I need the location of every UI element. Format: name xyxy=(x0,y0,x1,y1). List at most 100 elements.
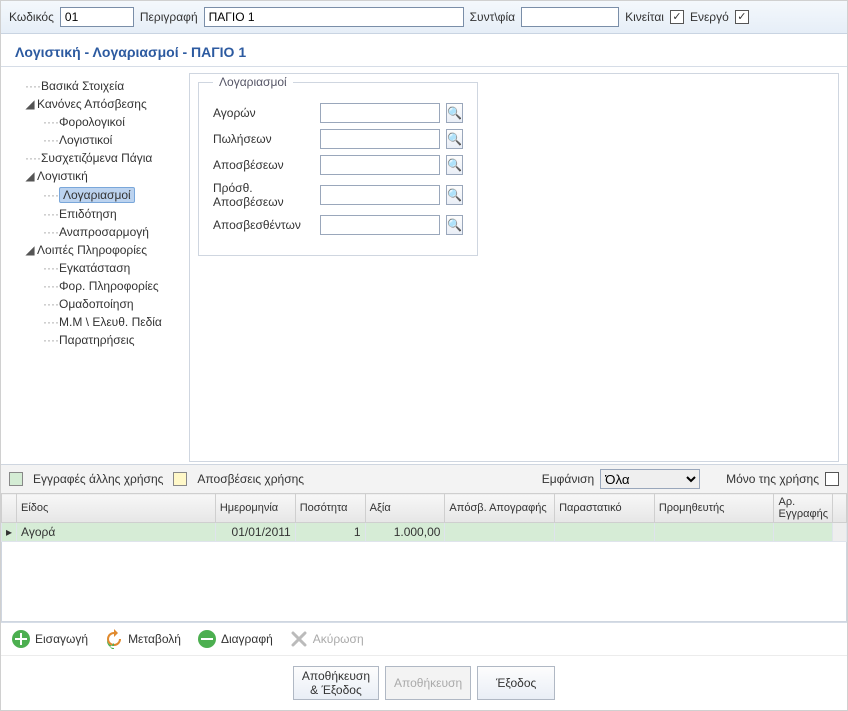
abbr-label: Συντ\φία xyxy=(470,10,515,24)
refresh-icon xyxy=(104,629,124,649)
col-date[interactable]: Ημερομηνία xyxy=(215,494,295,523)
sales-label: Πωλήσεων xyxy=(213,132,314,146)
entries-grid[interactable]: Είδος Ημερομηνία Ποσότητα Αξία Απόσβ. Απ… xyxy=(1,493,847,542)
col-type[interactable]: Είδος xyxy=(17,494,216,523)
save-exit-button[interactable]: Αποθήκευση & Έξοδος xyxy=(293,666,379,700)
plus-icon xyxy=(11,629,31,649)
delete-label: Διαγραφή xyxy=(221,632,273,646)
tree-deprules[interactable]: ◢Κανόνες Απόσβεσης xyxy=(11,95,179,113)
sales-input[interactable] xyxy=(320,129,440,149)
purchases-input[interactable] xyxy=(320,103,440,123)
legend-swatch-other-year xyxy=(9,472,23,486)
tree-taxinfo[interactable]: ····Φορ. Πληροφορίες xyxy=(11,277,179,295)
purchases-label: Αγορών xyxy=(213,106,314,120)
moves-label: Κινείται xyxy=(625,10,664,24)
active-label: Ενεργό xyxy=(690,10,729,24)
accum-depr-label: Αποσβεσθέντων xyxy=(213,218,314,232)
legend-year-depr: Αποσβέσεις χρήσης xyxy=(197,472,304,486)
grid-scrollbar[interactable] xyxy=(832,523,846,542)
purchases-lookup[interactable]: 🔍 xyxy=(446,103,463,123)
row-indicator-header xyxy=(2,494,17,523)
tree-accounting[interactable]: ◢Λογιστική xyxy=(11,167,179,185)
search-icon: 🔍 xyxy=(447,158,462,172)
accounts-fieldset: Λογαριασμοί Αγορών 🔍 Πωλήσεων 🔍 Αποσβέσε… xyxy=(198,82,478,256)
tree-otherinfo[interactable]: ◢Λοιπές Πληροφορίες xyxy=(11,241,179,259)
exit-button[interactable]: Έξοδος xyxy=(477,666,555,700)
extra-depr-lookup[interactable]: 🔍 xyxy=(446,185,463,205)
col-qty[interactable]: Ποσότητα xyxy=(295,494,365,523)
cell-entry-no[interactable] xyxy=(774,523,833,542)
accum-depr-lookup[interactable]: 🔍 xyxy=(446,215,463,235)
col-inv-depr[interactable]: Απόσβ. Απογραφής xyxy=(445,494,555,523)
accum-depr-input[interactable] xyxy=(320,215,440,235)
cell-doc[interactable] xyxy=(555,523,655,542)
cancel-icon xyxy=(289,629,309,649)
cell-value[interactable]: 1.000,00 xyxy=(365,523,445,542)
search-icon: 🔍 xyxy=(447,132,462,146)
tree-deprules-tax[interactable]: ····Φορολογικοί xyxy=(11,113,179,131)
active-checkbox[interactable]: ✓ xyxy=(735,10,749,24)
tree-deprules-acc[interactable]: ····Λογιστικοί xyxy=(11,131,179,149)
col-supplier[interactable]: Προμηθευτής xyxy=(654,494,774,523)
desc-label: Περιγραφή xyxy=(140,10,198,24)
detail-panel: Λογαριασμοί Αγορών 🔍 Πωλήσεων 🔍 Αποσβέσε… xyxy=(189,73,839,462)
footer-bar: Αποθήκευση & Έξοδος Αποθήκευση Έξοδος xyxy=(1,655,847,710)
breadcrumb: Λογιστική - Λογαριασμοί - ΠΑΓΙΟ 1 xyxy=(1,34,847,67)
grid-row[interactable]: ▸ Αγορά 01/01/2011 1 1.000,00 xyxy=(2,523,847,542)
tree-freefields[interactable]: ····Μ.Μ \ Ελευθ. Πεδία xyxy=(11,313,179,331)
tree-subsidy[interactable]: ····Επιδότηση xyxy=(11,205,179,223)
nav-tree: ····Βασικά Στοιχεία ◢Κανόνες Απόσβεσης ·… xyxy=(9,73,181,462)
col-doc[interactable]: Παραστατικό xyxy=(555,494,655,523)
depr-input[interactable] xyxy=(320,155,440,175)
grid-legend-bar: Εγγραφές άλλης χρήσης Αποσβέσεις χρήσης … xyxy=(1,465,847,493)
desc-input[interactable] xyxy=(204,7,464,27)
depr-label: Αποσβέσεων xyxy=(213,158,314,172)
only-year-checkbox[interactable] xyxy=(825,472,839,486)
extra-depr-label: Πρόσθ. Αποσβέσεων xyxy=(213,181,314,209)
tree-readjust[interactable]: ····Αναπροσαρμογή xyxy=(11,223,179,241)
insert-label: Εισαγωγή xyxy=(35,632,88,646)
edit-label: Μεταβολή xyxy=(128,632,181,646)
minus-icon xyxy=(197,629,217,649)
moves-checkbox[interactable]: ✓ xyxy=(670,10,684,24)
grid-empty-area xyxy=(1,542,847,622)
code-label: Κωδικός xyxy=(9,10,54,24)
sales-lookup[interactable]: 🔍 xyxy=(446,129,463,149)
search-icon: 🔍 xyxy=(447,218,462,232)
tree-install[interactable]: ····Εγκατάσταση xyxy=(11,259,179,277)
abbr-input[interactable] xyxy=(521,7,619,27)
delete-button[interactable]: Διαγραφή xyxy=(197,629,273,649)
tree-related[interactable]: ····Συσχετιζόμενα Πάγια xyxy=(11,149,179,167)
cell-supplier[interactable] xyxy=(654,523,774,542)
extra-depr-input[interactable] xyxy=(320,185,440,205)
tree-accounts[interactable]: ····Λογαριασμοί xyxy=(11,185,179,205)
save-button: Αποθήκευση xyxy=(385,666,471,700)
tree-basic[interactable]: ····Βασικά Στοιχεία xyxy=(11,77,179,95)
grid-scrollbar[interactable] xyxy=(832,494,846,523)
grid-toolbar: Εισαγωγή Μεταβολή Διαγραφή Ακύρωση xyxy=(1,622,847,655)
legend-swatch-year-depr xyxy=(173,472,187,486)
only-year-label: Μόνο της χρήσης xyxy=(726,472,819,486)
view-label: Εμφάνιση xyxy=(542,472,594,486)
header-bar: Κωδικός Περιγραφή Συντ\φία Κινείται ✓ Εν… xyxy=(1,1,847,34)
cell-type[interactable]: Αγορά xyxy=(17,523,216,542)
view-select[interactable]: Όλα xyxy=(600,469,700,489)
code-input[interactable] xyxy=(60,7,134,27)
search-icon: 🔍 xyxy=(447,188,462,202)
cancel-button: Ακύρωση xyxy=(289,629,364,649)
col-value[interactable]: Αξία xyxy=(365,494,445,523)
legend-other-year: Εγγραφές άλλης χρήσης xyxy=(33,472,163,486)
accounts-legend: Λογαριασμοί xyxy=(213,75,293,89)
cell-qty[interactable]: 1 xyxy=(295,523,365,542)
edit-button[interactable]: Μεταβολή xyxy=(104,629,181,649)
depr-lookup[interactable]: 🔍 xyxy=(446,155,463,175)
cell-date[interactable]: 01/01/2011 xyxy=(215,523,295,542)
insert-button[interactable]: Εισαγωγή xyxy=(11,629,88,649)
row-indicator-icon: ▸ xyxy=(2,523,17,542)
tree-notes[interactable]: ····Παρατηρήσεις xyxy=(11,331,179,349)
cancel-label: Ακύρωση xyxy=(313,632,364,646)
col-entry-no[interactable]: Αρ. Εγγραφής xyxy=(774,494,833,523)
cell-inv-depr[interactable] xyxy=(445,523,555,542)
search-icon: 🔍 xyxy=(447,106,462,120)
tree-grouping[interactable]: ····Ομαδοποίηση xyxy=(11,295,179,313)
